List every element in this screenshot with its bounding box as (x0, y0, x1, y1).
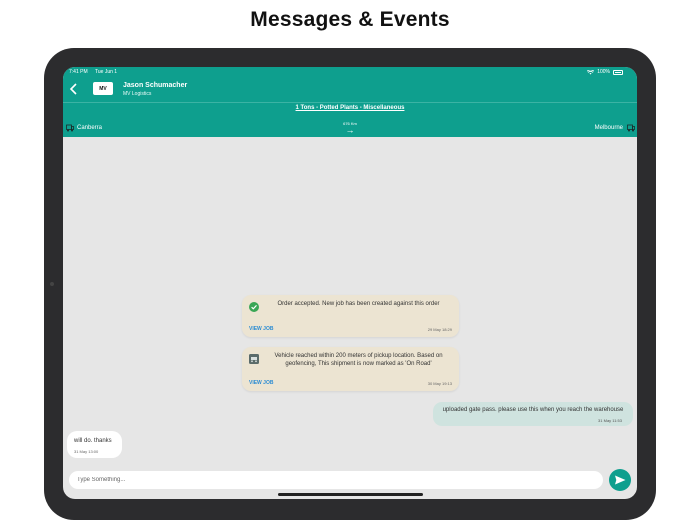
truck-icon (249, 354, 259, 364)
page-headline: Messages & Events (250, 8, 450, 31)
chevron-left-icon (69, 83, 77, 95)
status-indicators: 100% (587, 69, 623, 75)
contact-name[interactable]: Jason Schumacher (123, 82, 187, 89)
contact-company: MV Logistics (123, 91, 152, 97)
message-text: uploaded gate pass. please use this when… (442, 407, 624, 413)
wifi-icon (587, 69, 595, 74)
send-button[interactable] (609, 469, 631, 491)
back-button[interactable] (69, 83, 81, 95)
destination-truck-icon (627, 124, 635, 132)
app-screen: 7:41 PM Tue Jun 1 100% MV Jason Schumach… (63, 67, 637, 499)
header-divider (63, 102, 637, 103)
view-job-link[interactable]: VIEW JOB (249, 326, 273, 332)
home-indicator (278, 493, 423, 496)
route-destination: Melbourne (594, 125, 623, 131)
logo-text: MV (99, 85, 107, 92)
view-job-link[interactable]: VIEW JOB (249, 380, 273, 386)
message-text: will do. thanks (74, 438, 112, 444)
event-timestamp: 29 May 18:29 (427, 327, 452, 332)
incoming-message: will do. thanks 31 May 13:00 (67, 431, 122, 458)
event-timestamp: 30 May 19:13 (427, 381, 452, 386)
message-timestamp: 31 May 13:00 (74, 449, 99, 454)
outgoing-message: uploaded gate pass. please use this when… (433, 402, 633, 426)
send-icon (615, 475, 626, 485)
status-date: Tue Jun 1 (95, 69, 118, 75)
message-input[interactable] (69, 471, 603, 489)
camera-dot (50, 282, 54, 286)
company-logo: MV (93, 82, 113, 95)
status-time: 7:41 PM (69, 69, 88, 75)
message-timestamp: 31 May 11:53 (598, 418, 622, 423)
load-summary-link[interactable]: 1 Tons - Potted Plants - Miscellaneous (63, 105, 637, 111)
route-arrow-icon: → (345, 125, 355, 135)
status-bar: 7:41 PM Tue Jun 1 (69, 69, 117, 75)
battery-percent: 100% (597, 69, 610, 75)
chat-header: 7:41 PM Tue Jun 1 100% MV Jason Schumach… (63, 67, 637, 137)
check-circle-icon (249, 302, 259, 312)
event-card: Order accepted. New job has been created… (242, 295, 459, 337)
event-text: Vehicle reached within 200 meters of pic… (274, 353, 443, 367)
event-card: Vehicle reached within 200 meters of pic… (242, 347, 459, 391)
battery-icon (613, 69, 623, 75)
event-text: Order accepted. New job has been created… (277, 301, 440, 307)
